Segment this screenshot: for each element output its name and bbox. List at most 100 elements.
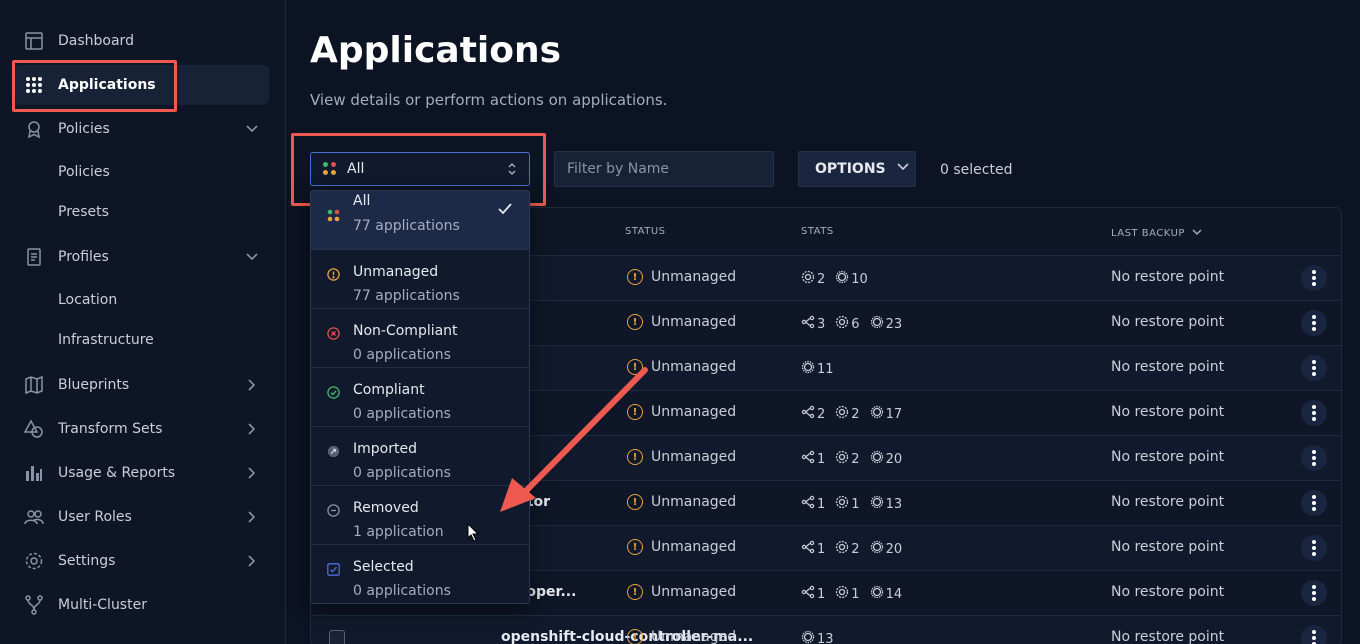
header-status[interactable]: STATUS bbox=[625, 226, 666, 237]
stat-value: 23 bbox=[885, 316, 903, 332]
stats-cell: 11 bbox=[801, 360, 844, 378]
stat-value: 6 bbox=[851, 316, 860, 332]
option-label: Imported bbox=[353, 441, 417, 457]
row-actions-kebab-icon[interactable] bbox=[1301, 625, 1327, 644]
status-filter-dropdown: All 77 applications Unmanaged 77 applicatio… bbox=[310, 190, 530, 604]
stat-pods: 2 bbox=[835, 405, 860, 423]
status-text: Unmanaged bbox=[651, 269, 737, 285]
chevron-right-icon[interactable] bbox=[245, 421, 259, 440]
row-actions-kebab-icon[interactable] bbox=[1301, 400, 1327, 426]
dashboard-icon bbox=[22, 29, 46, 53]
option-count: 77 applications bbox=[353, 288, 460, 304]
grid-icon bbox=[22, 73, 46, 97]
nav-label: Blueprints bbox=[58, 377, 130, 393]
nav-settings[interactable]: Settings bbox=[14, 541, 269, 581]
status-text: Unmanaged bbox=[651, 449, 737, 465]
nav-user-roles[interactable]: User Roles bbox=[14, 497, 269, 537]
stat-pods: 2 bbox=[835, 450, 860, 468]
nav-multi-cluster[interactable]: Multi-Cluster bbox=[14, 585, 269, 625]
filter-by-name-input[interactable] bbox=[554, 151, 774, 187]
dropdown-option-unmanaged[interactable]: Unmanaged 77 applications bbox=[311, 250, 529, 309]
nav-sub-infrastructure[interactable]: Infrastructure bbox=[58, 332, 154, 348]
stat-pods: 1 bbox=[835, 585, 860, 603]
stat-pods: 6 bbox=[835, 315, 860, 333]
option-count: 77 applications bbox=[353, 218, 460, 234]
all-dots-icon bbox=[323, 162, 337, 176]
nav-label: Usage & Reports bbox=[58, 465, 176, 481]
nav-label: Dashboard bbox=[58, 33, 134, 49]
table-row[interactable]: openshift-cloud-controller-ma...! Unmanag… bbox=[311, 615, 1341, 644]
stats-cell: 2 10 bbox=[801, 270, 878, 288]
row-actions-kebab-icon[interactable] bbox=[1301, 490, 1327, 516]
row-actions-kebab-icon[interactable] bbox=[1301, 265, 1327, 291]
stat-cogs: 13 bbox=[870, 495, 902, 513]
status-filter-select[interactable]: All bbox=[310, 152, 530, 186]
nav-profiles[interactable]: Profiles bbox=[14, 237, 269, 277]
option-label: Compliant bbox=[353, 382, 425, 398]
chevron-right-icon[interactable] bbox=[245, 553, 259, 572]
dropdown-option-selected[interactable]: Selected 0 applications bbox=[311, 545, 529, 603]
header-stats[interactable]: STATS bbox=[801, 226, 834, 237]
cogs-icon bbox=[801, 630, 817, 644]
stat-nodes: 1 bbox=[801, 585, 825, 603]
status-cell: ! Unmanaged bbox=[627, 314, 736, 330]
status-text: Unmanaged bbox=[651, 494, 737, 510]
page-subtitle: View details or perform actions on appli… bbox=[310, 91, 668, 109]
warning-icon: ! bbox=[627, 629, 643, 644]
pods-icon bbox=[801, 270, 817, 288]
options-button[interactable]: OPTIONS bbox=[798, 151, 916, 187]
stat-cogs: 13 bbox=[801, 630, 834, 644]
chevron-right-icon[interactable] bbox=[245, 377, 259, 396]
nav-policies[interactable]: Policies bbox=[14, 109, 269, 149]
chevron-right-icon[interactable] bbox=[245, 509, 259, 528]
nav-label: Applications bbox=[58, 77, 156, 93]
warning-icon bbox=[327, 266, 340, 281]
nav-sub-policies[interactable]: Policies bbox=[58, 164, 110, 180]
nav-transform-sets[interactable]: Transform Sets bbox=[14, 409, 269, 449]
nodes-icon bbox=[801, 405, 817, 423]
row-actions-kebab-icon[interactable] bbox=[1301, 355, 1327, 381]
check-circle-icon bbox=[327, 384, 340, 399]
chevron-down-icon[interactable] bbox=[245, 121, 259, 140]
stat-value: 10 bbox=[851, 271, 868, 287]
stat-nodes: 1 bbox=[801, 450, 825, 468]
dropdown-option-all[interactable]: All 77 applications bbox=[311, 191, 529, 250]
cogs-icon bbox=[870, 405, 886, 423]
header-last-backup[interactable]: LAST BACKUP bbox=[1111, 226, 1203, 241]
stat-cogs: 23 bbox=[870, 315, 903, 333]
stat-nodes: 1 bbox=[801, 540, 825, 558]
nav-applications[interactable]: Applications bbox=[14, 65, 269, 105]
stats-cell: 1 2 20 bbox=[801, 540, 912, 558]
nav-dashboard[interactable]: Dashboard bbox=[14, 21, 269, 61]
stat-value: 13 bbox=[817, 631, 834, 644]
gear-icon bbox=[22, 549, 46, 573]
row-actions-kebab-icon[interactable] bbox=[1301, 445, 1327, 471]
stats-cell: 3 6 23 bbox=[801, 315, 912, 333]
row-actions-kebab-icon[interactable] bbox=[1301, 310, 1327, 336]
dropdown-option-compliant[interactable]: Compliant 0 applications bbox=[311, 368, 529, 427]
nav-sub-location[interactable]: Location bbox=[58, 292, 117, 308]
page-title: Applications bbox=[310, 30, 562, 71]
status-cell: ! Unmanaged bbox=[627, 629, 736, 644]
nav-blueprints[interactable]: Blueprints bbox=[14, 365, 269, 405]
stat-value: 2 bbox=[817, 406, 826, 422]
nav-usage-reports[interactable]: Usage & Reports bbox=[14, 453, 269, 493]
last-backup: No restore point bbox=[1111, 404, 1225, 420]
nav-sub-presets[interactable]: Presets bbox=[58, 204, 109, 220]
chevron-down-icon bbox=[896, 160, 910, 178]
cogs-icon bbox=[870, 495, 886, 513]
row-actions-kebab-icon[interactable] bbox=[1301, 535, 1327, 561]
dropdown-option-removed[interactable]: Removed 1 application bbox=[311, 486, 529, 545]
imported-icon bbox=[327, 443, 340, 458]
dropdown-option-imported[interactable]: Imported 0 applications bbox=[311, 427, 529, 486]
stat-cogs: 20 bbox=[870, 450, 902, 468]
chevron-down-icon[interactable] bbox=[245, 249, 259, 268]
row-actions-kebab-icon[interactable] bbox=[1301, 580, 1327, 606]
chevron-right-icon[interactable] bbox=[245, 465, 259, 484]
status-cell: ! Unmanaged bbox=[627, 269, 736, 285]
cogs-icon bbox=[870, 540, 886, 558]
stat-nodes: 1 bbox=[801, 495, 825, 513]
status-text: Unmanaged bbox=[651, 629, 737, 644]
dropdown-option-non-compliant[interactable]: Non-Compliant 0 applications bbox=[311, 309, 529, 368]
row-checkbox[interactable] bbox=[329, 630, 345, 644]
